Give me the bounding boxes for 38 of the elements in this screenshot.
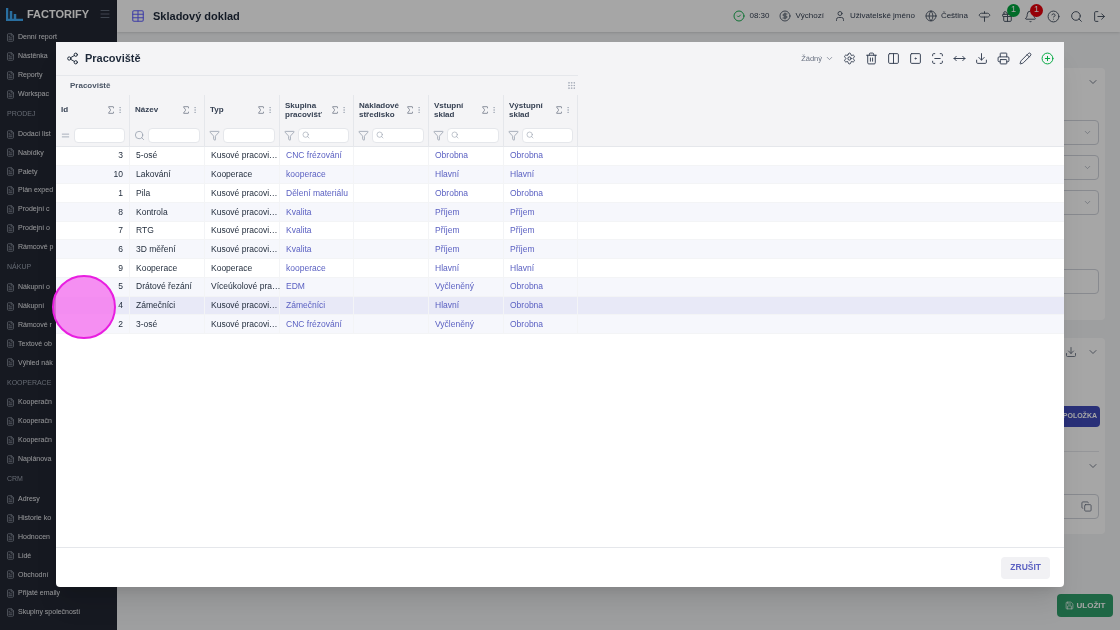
table-cell: Kusové pracovi…	[211, 149, 278, 163]
table-cell: Kusové pracovi…	[211, 242, 278, 256]
table-cell: Kusové pracovi…	[211, 224, 278, 237]
table-cell: Kooperace	[136, 261, 178, 275]
table-cell: 3	[118, 149, 123, 163]
table-cell: Drátové řezání	[136, 280, 192, 294]
page-title: Skladový doklad	[153, 8, 240, 24]
notification-badge: 1	[1007, 3, 1020, 17]
table-cell: Pila	[136, 186, 151, 200]
table-cell: 2	[118, 317, 123, 331]
table-cell: 8	[118, 205, 123, 219]
group-label: Pracoviště	[70, 79, 111, 92]
table-cell: RTG	[136, 224, 154, 237]
time-text: 08:30	[749, 10, 770, 22]
logo-text: FACTORIFY	[27, 6, 90, 22]
table-cell: Kooperace	[211, 261, 253, 275]
table-cell: Víceúkolové pra…	[211, 280, 281, 294]
table-cell: Kooperace	[211, 168, 253, 181]
table-cell: Lakování	[136, 168, 171, 181]
shift-text: Výchozí	[795, 10, 824, 22]
table-cell: 6	[118, 242, 123, 256]
table-cell: 10	[113, 168, 123, 181]
table-cell: 9	[118, 261, 123, 275]
table-cell: 5	[118, 280, 123, 294]
table-cell: Zámečníci	[136, 298, 176, 312]
table-cell: 1	[118, 186, 123, 200]
table-cell: Kusové pracovi…	[211, 298, 278, 312]
table-cell: Kusové pracovi…	[211, 205, 278, 219]
table-cell: Kusové pracovi…	[211, 317, 278, 331]
table-cell: 4	[118, 298, 123, 312]
table-cell: 3D měření	[136, 242, 176, 256]
table-cell: Kontrola	[136, 205, 168, 219]
table-cell: 7	[118, 224, 123, 237]
dialog-title: Pracoviště	[85, 51, 141, 67]
notification-badge: 1	[1030, 3, 1043, 17]
table-cell: 5-osé	[136, 149, 158, 163]
table-cell: 3-osé	[136, 317, 158, 331]
table-cell: Kusové pracovi…	[211, 186, 278, 200]
